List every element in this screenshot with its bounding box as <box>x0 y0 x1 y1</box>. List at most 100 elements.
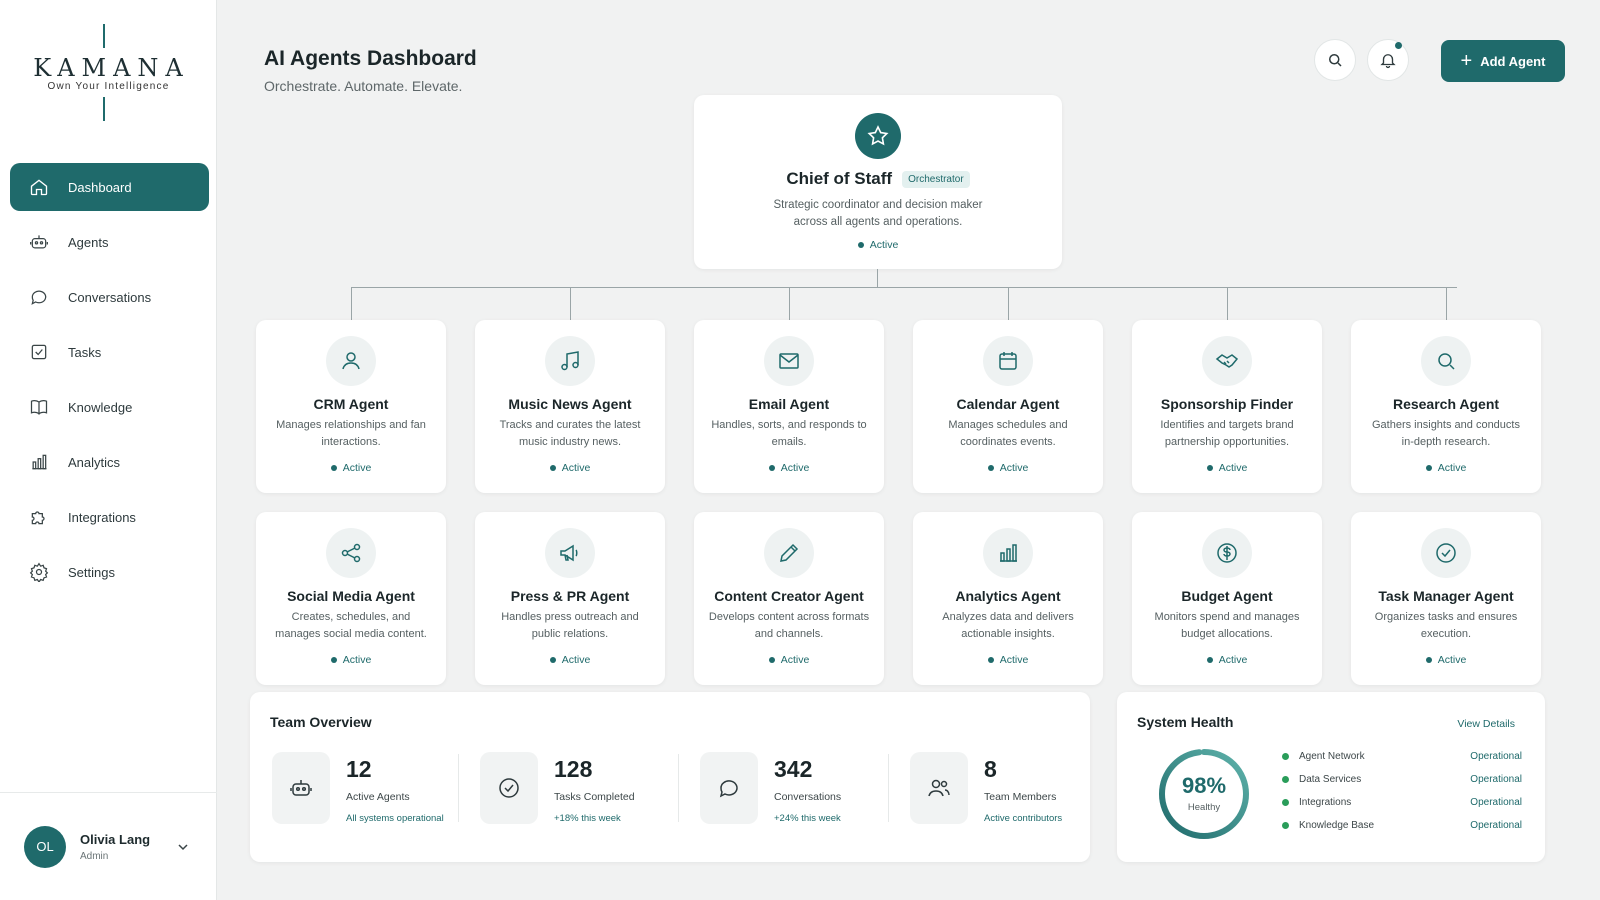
agent-name: Content Creator Agent <box>714 588 864 604</box>
page-subtitle: Orchestrate. Automate. Elevate. <box>264 78 463 94</box>
agent-description: Creates, schedules, and manages social m… <box>275 611 427 640</box>
sidebar-item-label: Dashboard <box>68 179 132 195</box>
agent-name: Analytics Agent <box>955 588 1061 604</box>
users-icon <box>910 752 968 824</box>
megaphone-icon <box>545 528 595 578</box>
notifications-button[interactable] <box>1367 39 1409 81</box>
agent-name: Social Media Agent <box>287 588 415 604</box>
handshake-icon <box>1202 336 1252 386</box>
agent-card[interactable]: CRM Agent Manages relationships and fan i… <box>256 320 446 493</box>
health-item-status: Operational <box>1470 796 1522 808</box>
status-dot <box>1282 752 1289 760</box>
agent-name: Research Agent <box>1392 396 1500 412</box>
bar-chart-icon <box>983 528 1033 578</box>
sidebar-nav: Dashboard Agents Conversations Tasks Kno… <box>10 163 209 603</box>
agent-card[interactable]: Press & PR Agent Handles press outreach a… <box>475 512 665 685</box>
music-note-icon <box>545 336 595 386</box>
agent-description: Manages schedules and coordinates events… <box>948 419 1068 448</box>
status-dot <box>1282 821 1289 829</box>
agent-card[interactable]: Sponsorship Finder Identifies and targets… <box>1132 320 1322 493</box>
agent-name: Music News Agent <box>508 396 632 412</box>
agent-card[interactable]: Content Creator Agent Develops content ac… <box>694 512 884 685</box>
chat-icon <box>700 752 758 824</box>
health-item-status: Operational <box>1470 819 1522 831</box>
orchestrator-badge: Orchestrator <box>902 170 970 188</box>
health-item: Data Services Operational <box>1282 771 1522 787</box>
sidebar-item-dashboard[interactable]: Dashboard <box>10 163 209 211</box>
agent-card[interactable]: Research Agent Gathers insights and condu… <box>1351 320 1541 493</box>
view-details-link[interactable]: View Details <box>1457 718 1515 730</box>
health-label: Healthy <box>1187 802 1221 813</box>
stat-card: 8 Team Members Active contributors <box>910 752 1062 828</box>
chat-icon <box>28 286 50 308</box>
stat-value: 8 <box>984 756 997 782</box>
add-agent-button[interactable]: + Add Agent <box>1441 40 1565 82</box>
sidebar-item-agents[interactable]: Agents <box>10 218 209 266</box>
agent-description: Tracks and curates the latest music indu… <box>499 419 641 448</box>
sidebar-item-analytics[interactable]: Analytics <box>10 438 209 486</box>
sidebar-item-tasks[interactable]: Tasks <box>10 328 209 376</box>
status-badge: Active <box>1132 462 1322 474</box>
stat-value: 12 <box>346 756 372 782</box>
user-role: Admin <box>80 850 109 862</box>
health-item-name: Knowledge Base <box>1299 819 1375 831</box>
sidebar-item-conversations[interactable]: Conversations <box>10 273 209 321</box>
notification-dot <box>1395 42 1402 49</box>
add-agent-label: Add Agent <box>1480 53 1546 69</box>
agent-name: Budget Agent <box>1181 588 1273 604</box>
sidebar-item-label: Conversations <box>68 289 152 305</box>
agent-description: Monitors spend and manages budget alloca… <box>1154 611 1300 640</box>
status-badge: Active <box>256 462 446 474</box>
status-badge: Active <box>256 654 446 666</box>
status-badge: Active <box>913 654 1103 666</box>
agent-description: Identifies and targets brand partnership… <box>1160 419 1294 448</box>
agent-card[interactable]: Music News Agent Tracks and curates the l… <box>475 320 665 493</box>
status-badge: Active <box>913 462 1103 474</box>
status-badge: Active <box>694 239 1062 251</box>
health-value: 98% <box>1181 773 1227 798</box>
logo-line-bottom <box>103 97 105 121</box>
agent-description: Organizes tasks and ensures execution. <box>1374 611 1518 640</box>
sidebar-item-label: Tasks <box>68 344 102 360</box>
status-badge: Active <box>1351 462 1541 474</box>
sidebar-item-label: Knowledge <box>68 399 133 415</box>
stat-sub: +24% this week <box>774 813 841 824</box>
chevron-down-icon[interactable] <box>177 841 189 853</box>
connector-line <box>1008 287 1009 320</box>
agent-card[interactable]: Budget Agent Monitors spend and manages b… <box>1132 512 1322 685</box>
search-button[interactable] <box>1314 39 1356 81</box>
user-profile[interactable]: OL Olivia Lang Admin <box>0 792 217 900</box>
stat-label: Team Members <box>984 791 1057 803</box>
sidebar-item-settings[interactable]: Settings <box>10 548 209 596</box>
sidebar-item-knowledge[interactable]: Knowledge <box>10 383 209 431</box>
connector-line <box>570 287 571 320</box>
connector-line <box>877 269 878 287</box>
stat-value: 128 <box>554 756 593 782</box>
agent-card[interactable]: Email Agent Handles, sorts, and responds … <box>694 320 884 493</box>
robot-icon <box>272 752 330 824</box>
divider <box>678 754 679 822</box>
brand-logo[interactable]: KAMANA <box>0 54 217 82</box>
pencil-icon <box>764 528 814 578</box>
agent-card[interactable]: Calendar Agent Manages schedules and coor… <box>913 320 1103 493</box>
sidebar-item-integrations[interactable]: Integrations <box>10 493 209 541</box>
agent-card[interactable]: Social Media Agent Creates, schedules, an… <box>256 512 446 685</box>
stat-value: 342 <box>774 756 813 782</box>
sidebar-item-label: Agents <box>68 234 109 250</box>
user-icon <box>326 336 376 386</box>
health-item: Integrations Operational <box>1282 794 1522 810</box>
status-badge: Active <box>694 654 884 666</box>
agent-card[interactable]: Task Manager Agent Organizes tasks and en… <box>1351 512 1541 685</box>
agent-name: Sponsorship Finder <box>1160 396 1294 412</box>
stat-label: Active Agents <box>346 791 410 803</box>
puzzle-icon <box>28 506 50 528</box>
agent-name: Press & PR Agent <box>510 588 630 604</box>
chief-of-staff-card[interactable]: Chief of Staff Orchestrator Strategic co… <box>694 95 1062 269</box>
gear-icon <box>28 561 50 583</box>
stat-sub: +18% this week <box>554 813 621 824</box>
sidebar: KAMANA Own Your Intelligence Dashboard A… <box>0 0 217 900</box>
sidebar-item-label: Integrations <box>68 509 136 525</box>
agent-card[interactable]: Analytics Agent Analyzes data and deliver… <box>913 512 1103 685</box>
search-icon <box>1421 336 1471 386</box>
health-item-name: Agent Network <box>1299 750 1365 762</box>
